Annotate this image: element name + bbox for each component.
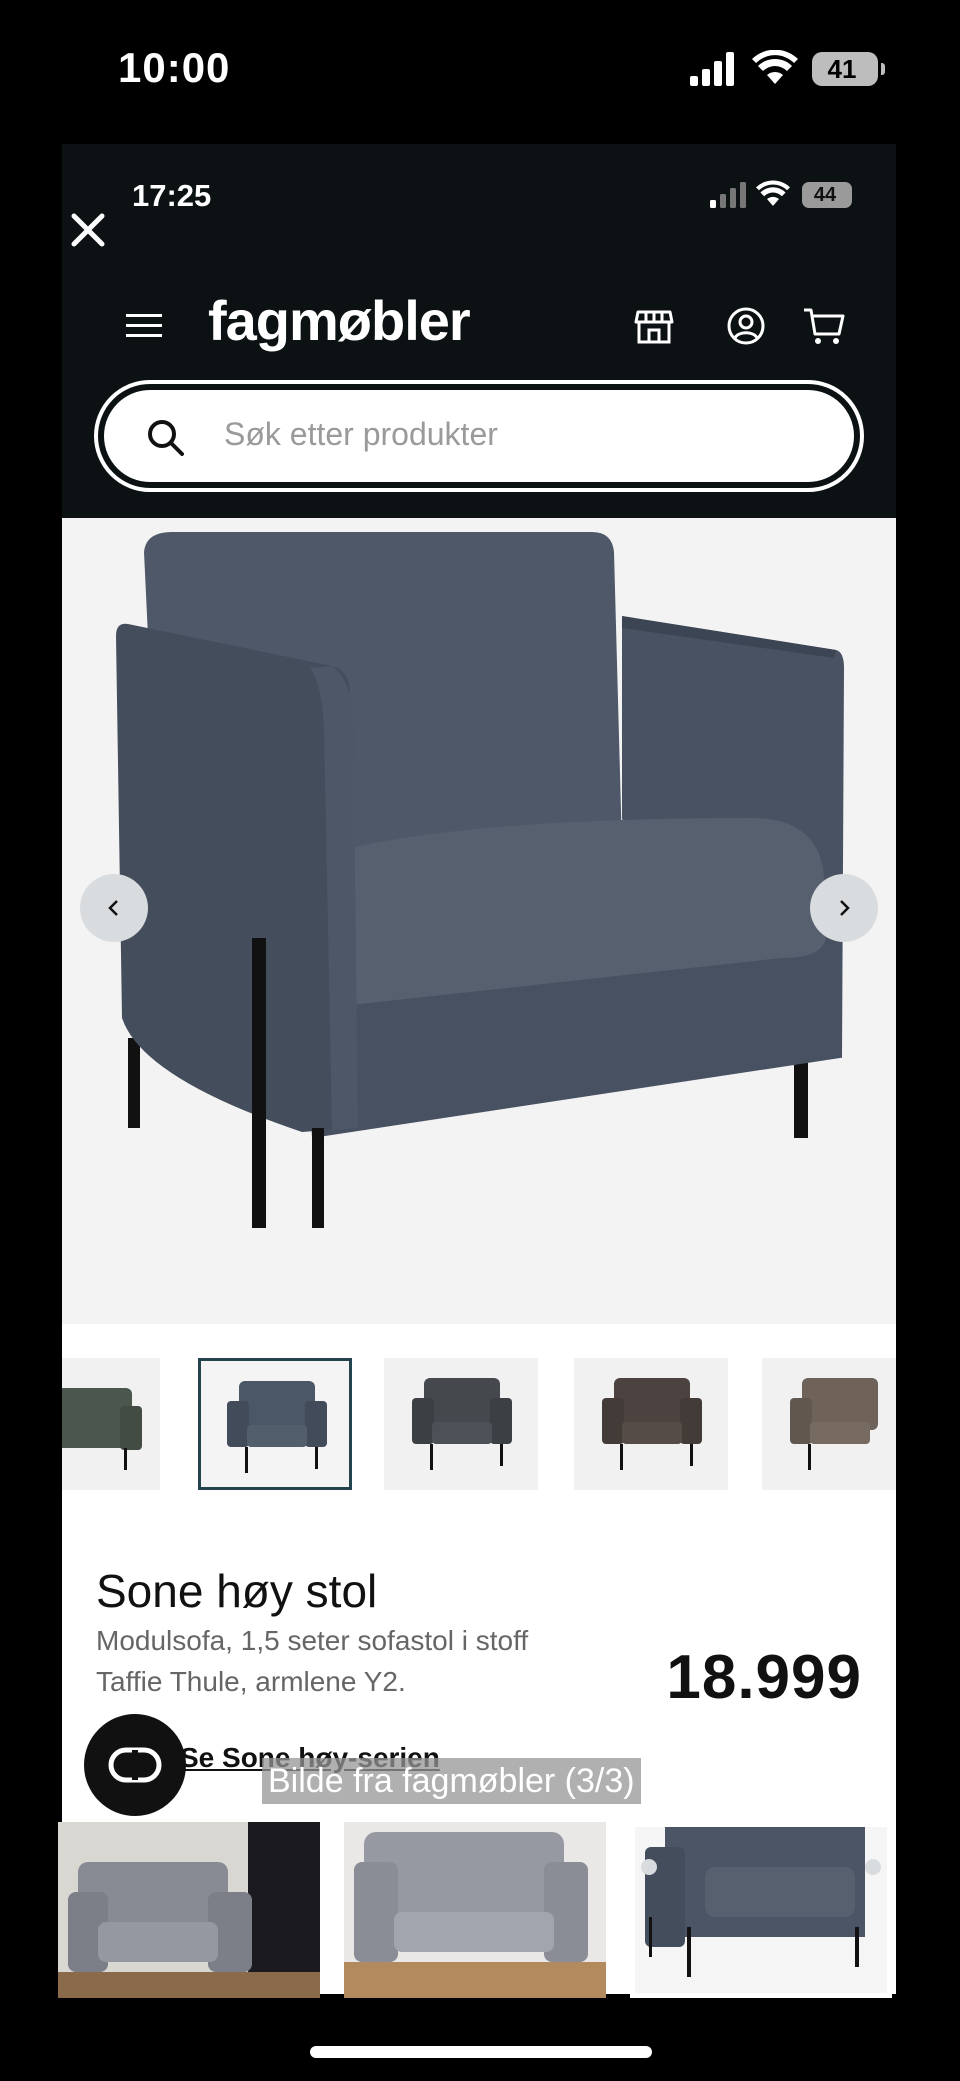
- hamburger-menu-icon[interactable]: [126, 312, 162, 340]
- armchair-thumbnail-image: [790, 1378, 878, 1470]
- armchair-image: [116, 532, 844, 1228]
- home-indicator[interactable]: [310, 2046, 652, 2058]
- armchair-thumbnail-image: [412, 1378, 512, 1470]
- battery-level: 41: [827, 54, 857, 84]
- inner-battery-icon: 44: [802, 182, 852, 208]
- search-icon: [148, 420, 184, 456]
- thumbnail-brown[interactable]: [574, 1358, 728, 1490]
- carousel-next-button[interactable]: [810, 874, 878, 942]
- armchair-photo: [344, 1822, 606, 1998]
- user-account-icon[interactable]: [726, 306, 766, 346]
- armchair-thumbnail-image: [602, 1378, 702, 1470]
- result-thumbnail-3-selected[interactable]: [630, 1822, 892, 1998]
- thumbnail-taupe[interactable]: [762, 1358, 896, 1490]
- image-result-strip: [58, 1822, 892, 1998]
- thumbnail-darkgrey[interactable]: [384, 1358, 538, 1490]
- site-header: 17:25 44 fagmøbler Søk etter produkter: [62, 144, 896, 518]
- inner-wifi-icon: [756, 180, 790, 206]
- product-description: Modulsofa, 1,5 seter sofastol i stoff Ta…: [96, 1625, 529, 1697]
- image-source-caption: Bilde fra fagmøbler (3/3): [262, 1758, 641, 1804]
- brand-logo[interactable]: fagmøbler: [208, 288, 471, 353]
- carousel-prev-button[interactable]: [80, 874, 148, 942]
- chevron-left-icon: [108, 900, 118, 916]
- armchair-photo: [635, 1827, 887, 1993]
- product-price: 18.999: [666, 1643, 862, 1712]
- armchair-thumbnail-image: [62, 1388, 142, 1470]
- thumbnail-green[interactable]: [62, 1358, 160, 1490]
- result-thumbnail-2[interactable]: [344, 1822, 606, 1998]
- shopping-cart-icon[interactable]: [802, 304, 846, 348]
- armchair-thumbnail-image: [227, 1381, 327, 1473]
- inner-status-time: 17:25: [132, 178, 212, 213]
- armchair-photo: [58, 1822, 320, 1998]
- product-image-carousel[interactable]: [62, 518, 896, 1324]
- search-input[interactable]: Søk etter produkter: [224, 416, 498, 453]
- inner-battery-level: 44: [813, 184, 837, 206]
- close-icon[interactable]: [66, 208, 110, 252]
- chevron-right-icon: [840, 900, 850, 916]
- outer-status-time: 10:00: [118, 44, 231, 91]
- thumbnail-blue-selected[interactable]: [198, 1358, 352, 1490]
- battery-icon: 41: [812, 52, 885, 86]
- result-thumbnail-1[interactable]: [58, 1822, 320, 1998]
- store-icon[interactable]: [632, 304, 676, 348]
- outer-status-bar: 10:00 41: [0, 0, 960, 140]
- search-bar[interactable]: Søk etter produkter: [94, 380, 864, 492]
- cellular-signal-icon: [690, 52, 734, 86]
- shared-screenshot: 17:25 44 fagmøbler Søk etter produkter S…: [62, 144, 896, 1994]
- inner-signal-icon: [710, 182, 746, 208]
- wifi-icon: [752, 50, 798, 84]
- link-icon: [108, 1747, 162, 1783]
- product-thumbnails: [62, 1358, 896, 1492]
- visual-search-button[interactable]: [84, 1714, 186, 1816]
- product-title: Sone høy stol: [96, 1565, 378, 1617]
